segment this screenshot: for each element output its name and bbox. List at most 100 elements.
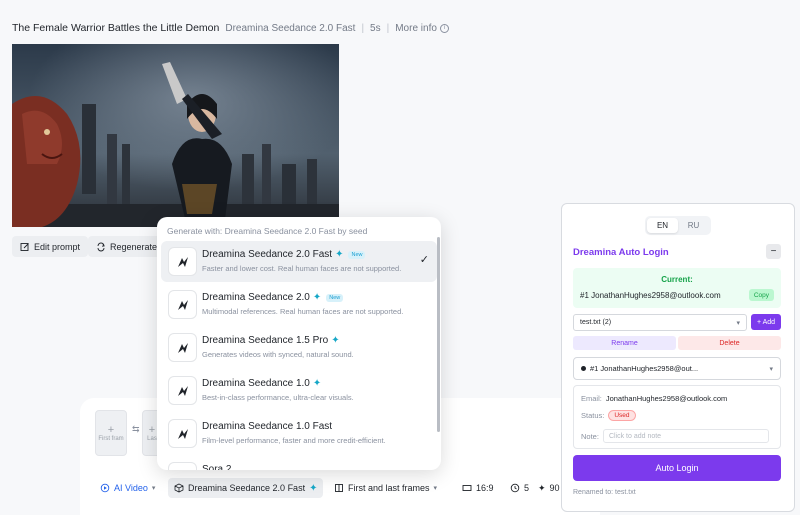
- model-option[interactable]: Dreamina Seedance 2.0 ✦ New Multimodal r…: [161, 284, 437, 325]
- plus-icon: +: [148, 423, 156, 436]
- more-info-link[interactable]: More info: [395, 23, 437, 34]
- model-logo-icon: [168, 376, 197, 405]
- model-logo-icon: [168, 247, 197, 276]
- model-name: Dreamina Seedance 1.5 Pro ✦: [202, 335, 340, 346]
- meta-duration: 5s: [370, 22, 381, 34]
- video-thumbnail[interactable]: [12, 44, 339, 227]
- cube-icon: [174, 483, 184, 493]
- model-description: Generates videos with synced, natural so…: [202, 350, 354, 359]
- edit-prompt-button[interactable]: Edit prompt: [12, 236, 89, 257]
- meta-model: Dreamina Seedance 2.0 Fast: [225, 22, 356, 34]
- delete-button[interactable]: Delete: [678, 336, 781, 350]
- model-logo-icon: [168, 290, 197, 319]
- email-value: JonathanHughes2958@outlook.com: [605, 394, 728, 403]
- frames-mode-selector[interactable]: First and last frames ▾: [328, 478, 443, 498]
- note-row: Note: Click to add note: [581, 429, 769, 443]
- model-option[interactable]: Dreamina Seedance 1.5 Pro ✦ Generates vi…: [161, 327, 437, 368]
- auto-login-button[interactable]: Auto Login: [573, 455, 781, 481]
- first-frame-label: First fram: [98, 435, 124, 442]
- lang-en-button[interactable]: EN: [647, 218, 678, 233]
- model-description: Film-level performance, faster and more …: [202, 436, 386, 445]
- check-icon: ✓: [419, 254, 429, 266]
- current-label: Current:: [661, 275, 693, 284]
- dropdown-scrollbar[interactable]: [437, 237, 440, 432]
- renamed-status: Renamed to: test.txt: [573, 489, 636, 496]
- ai-video-icon: [100, 483, 110, 493]
- regenerate-icon: [97, 242, 105, 251]
- copy-button[interactable]: Copy: [748, 289, 774, 301]
- ai-video-selector[interactable]: AI Video ▾: [94, 478, 161, 498]
- video-meta: Dreamina Seedance 2.0 Fast | 5s | More i…: [225, 23, 449, 34]
- credits-icon: ✦: [538, 482, 546, 493]
- sparkle-icon: ✦: [309, 482, 318, 494]
- new-badge: New: [348, 250, 366, 259]
- auto-login-panel: EN RU Dreamina Auto Login − Current: #1 …: [561, 203, 795, 512]
- current-account-box: Current: #1 JonathanHughes2958@outlook.c…: [573, 268, 781, 308]
- edit-prompt-label: Edit prompt: [34, 241, 81, 252]
- model-logo-icon: [168, 419, 197, 448]
- frames-icon: [335, 484, 343, 492]
- note-input[interactable]: Click to add note: [602, 429, 769, 443]
- file-select-value: test.txt (2): [580, 319, 612, 326]
- lang-ru-button[interactable]: RU: [678, 218, 709, 233]
- add-file-button[interactable]: + Add: [751, 314, 781, 330]
- last-frame-label: Las: [147, 435, 157, 442]
- current-email: #1 JonathanHughes2958@outlook.com: [580, 291, 721, 300]
- ai-video-label: AI Video: [114, 483, 148, 493]
- model-name: Dreamina Seedance 2.0 ✦ New: [202, 292, 344, 303]
- video-header: The Female Warrior Battles the Little De…: [12, 21, 449, 35]
- model-logo-icon: [168, 462, 197, 470]
- status-dot-icon: [581, 366, 586, 371]
- chevron-down-icon: ▾: [769, 365, 773, 373]
- sparkle-icon: ✦: [312, 292, 322, 303]
- chevron-down-icon: ▾: [736, 319, 740, 327]
- duration-selector[interactable]: 5: [504, 478, 535, 498]
- model-description: Best-in-class performance, ultra-clear v…: [202, 393, 354, 402]
- status-badge: Used: [608, 410, 636, 421]
- file-select[interactable]: test.txt (2) ▾: [573, 314, 747, 331]
- model-option[interactable]: Dreamina Seedance 1.0 ✦ Best-in-class pe…: [161, 370, 437, 411]
- new-badge: New: [326, 293, 344, 302]
- video-title: The Female Warrior Battles the Little De…: [12, 22, 220, 34]
- collapse-button[interactable]: −: [766, 244, 781, 259]
- model-description: Multimodal references. Real human faces …: [202, 307, 404, 316]
- language-toggle: EN RU: [645, 216, 711, 235]
- panel-title: Dreamina Auto Login: [573, 247, 669, 258]
- rename-button[interactable]: Rename: [573, 336, 676, 350]
- model-option[interactable]: Sora 2: [161, 456, 437, 470]
- plus-icon: +: [107, 423, 115, 436]
- regenerate-label: Regenerate: [110, 241, 158, 252]
- credits-label: 90: [549, 483, 560, 493]
- frames-mode-label: First and last frames: [348, 483, 430, 493]
- clock-icon: [510, 483, 520, 493]
- model-description: Faster and lower cost. Real human faces …: [202, 264, 402, 273]
- model-name: Dreamina Seedance 2.0 Fast ✦ New: [202, 249, 366, 260]
- chevron-down-icon: ▾: [433, 485, 438, 492]
- status-label: Status:: [581, 411, 605, 420]
- account-select[interactable]: #1 JonathanHughes2958@out... ▾: [573, 357, 781, 380]
- meta-separator: |: [386, 22, 390, 34]
- sparkle-icon: ✦: [331, 335, 340, 346]
- model-option[interactable]: Dreamina Seedance 1.0 Fast Film-level pe…: [161, 413, 437, 454]
- status-row: Status: Used: [581, 410, 636, 421]
- aspect-ratio-icon: [462, 485, 472, 491]
- model-dropdown: Generate with: Dreamina Seedance 2.0 Fas…: [157, 217, 441, 470]
- meta-separator: |: [361, 22, 365, 34]
- model-name: Dreamina Seedance 1.0 ✦: [202, 378, 322, 389]
- aspect-ratio-selector[interactable]: 16:9: [456, 478, 500, 498]
- account-select-value: #1 JonathanHughes2958@out...: [590, 364, 699, 373]
- model-selector-label: Dreamina Seedance 2.0 Fast: [188, 483, 306, 493]
- regenerate-button[interactable]: Regenerate: [88, 236, 166, 257]
- email-label: Email:: [581, 394, 602, 403]
- swap-icon[interactable]: ⇆: [132, 424, 140, 435]
- first-frame-upload[interactable]: + First fram: [95, 410, 127, 456]
- sparkle-icon: ✦: [312, 378, 322, 389]
- model-selector[interactable]: Dreamina Seedance 2.0 Fast ✦: [168, 478, 324, 498]
- model-name: Sora 2: [202, 464, 232, 470]
- info-icon[interactable]: i: [439, 23, 449, 33]
- model-logo-icon: [168, 333, 197, 362]
- model-option[interactable]: Dreamina Seedance 2.0 Fast ✦ New Faster …: [161, 241, 437, 282]
- email-row: Email: JonathanHughes2958@outlook.com: [581, 394, 727, 403]
- note-label: Note:: [581, 431, 599, 441]
- sparkle-icon: ✦: [335, 249, 344, 260]
